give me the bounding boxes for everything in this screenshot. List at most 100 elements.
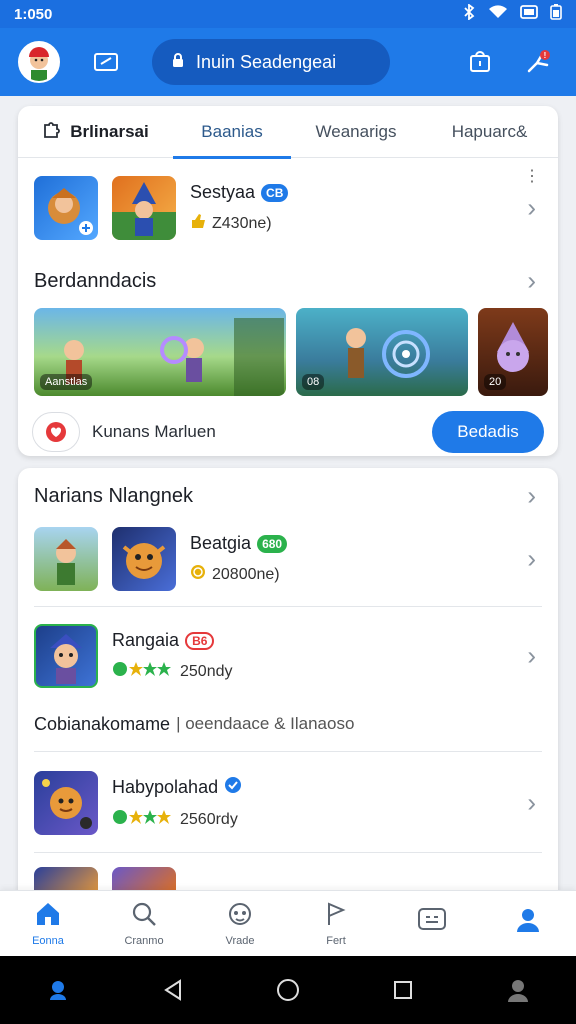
chat-icon — [417, 906, 447, 937]
system-nav-bar — [0, 956, 576, 1024]
search-pill[interactable]: Inuin Seadengeai — [152, 39, 390, 85]
nav-label: Eonna — [32, 935, 64, 947]
game-row[interactable]: Rangaia B6 250ndy › — [18, 623, 558, 689]
tab-hapuarc[interactable]: Hapuarc& — [421, 106, 558, 158]
heart-shield-icon[interactable] — [32, 412, 80, 452]
game-info: Rangaia B6 250ndy — [112, 630, 542, 682]
subheading-secondary: | oeendaace & Ilanaoso — [176, 714, 355, 733]
featured-game-row[interactable]: Sestyaa CB Z430ne) › ⋮ — [18, 169, 558, 242]
rating-stars-icon — [112, 809, 174, 830]
more-vert-icon[interactable]: ⋮ — [524, 169, 540, 185]
account-icon[interactable] — [488, 960, 548, 1020]
game-thumbnail — [34, 771, 98, 835]
game-title: Habypolahad — [112, 777, 219, 797]
chevron-right-icon[interactable]: › — [527, 481, 536, 512]
footer-label: Kunans Marluen — [92, 422, 216, 441]
game-title-row: Beatgia 680 — [190, 533, 542, 554]
section-title: Berdanndacis — [34, 269, 157, 292]
flag-icon — [322, 900, 350, 931]
status-time: 1:050 — [14, 5, 53, 23]
details-button[interactable]: Bedadis — [432, 411, 544, 453]
subheading: Cobianakomame — [34, 713, 171, 734]
chevron-right-icon[interactable]: › — [527, 193, 536, 224]
back-icon[interactable] — [143, 960, 203, 1020]
game-info: Habypolahad 2560rdy — [112, 776, 542, 830]
game-thumbnail — [112, 176, 176, 240]
nav-feed[interactable]: Fert — [288, 891, 384, 956]
tab-hapuarc-label: Hapuarc& — [451, 121, 528, 141]
tab-wearings-label: Weanarigs — [315, 121, 397, 141]
nav-label: Cranmo — [124, 935, 164, 947]
nav-profile[interactable] — [480, 891, 576, 956]
game-meta-row: 2560rdy — [112, 809, 542, 830]
game-row[interactable]: Habypolahad 2560rdy › — [18, 770, 558, 836]
tab-banners[interactable]: Baanias — [173, 106, 291, 159]
game-thumbnail — [112, 527, 176, 591]
game-badge: B6 — [185, 631, 215, 650]
notification-icon[interactable]: ! — [518, 42, 558, 82]
svg-text:!: ! — [544, 51, 547, 60]
featured-card: Brlinarsai Baanias Weanarigs Hapuarc& Se… — [18, 106, 558, 456]
nav-label: Fert — [326, 935, 346, 947]
wifi-icon — [488, 5, 508, 23]
banner-card[interactable]: 20 — [478, 308, 548, 396]
chevron-right-icon[interactable]: › — [527, 641, 536, 672]
banner-carousel: Aanstlas 08 20 — [18, 308, 558, 396]
game-title-row: Habypolahad — [112, 776, 542, 799]
section-header-ranking[interactable]: Narians Nlangnek › — [18, 480, 558, 512]
nav-search[interactable]: Cranmo — [96, 891, 192, 956]
message-icon[interactable] — [86, 42, 126, 82]
nav-label: Vrade — [225, 935, 255, 947]
shop-icon[interactable] — [460, 42, 500, 82]
ranking-card: Narians Nlangnek › Beatgia 680 20800ne) … — [18, 468, 558, 908]
chevron-right-icon[interactable]: › — [527, 266, 536, 297]
divider — [34, 852, 542, 853]
bottom-nav: Eonna Cranmo Vrade Fert — [0, 890, 576, 956]
rating-stars-icon — [112, 661, 174, 682]
game-thumbnail — [34, 624, 98, 688]
game-row[interactable]: Beatgia 680 20800ne) › — [18, 526, 558, 592]
banner-card[interactable]: 08 — [296, 308, 468, 396]
assistant-icon[interactable] — [28, 960, 88, 1020]
verified-icon — [224, 776, 242, 799]
game-thumbnail — [34, 176, 98, 240]
recents-icon[interactable] — [373, 960, 433, 1020]
featured-game-title-row: Sestyaa CB — [190, 182, 542, 203]
subsection-heading: Cobianakomame | oeendaace & Ilanaoso — [18, 709, 558, 739]
coin-icon — [190, 564, 206, 585]
game-title: Rangaia — [112, 630, 180, 650]
home-circle-icon[interactable] — [258, 960, 318, 1020]
chevron-right-icon[interactable]: › — [527, 788, 536, 819]
game-meta: 250ndy — [180, 662, 233, 680]
tab-bar: Brlinarsai Baanias Weanarigs Hapuarc& — [18, 106, 558, 159]
puzzle-icon — [42, 120, 62, 143]
nav-home[interactable]: Eonna — [0, 891, 96, 956]
thumb-up-icon — [190, 213, 206, 234]
status-bar: 1:050 — [0, 0, 576, 28]
section-header-banners[interactable]: Berdanndacis › — [18, 264, 558, 298]
tab-wearings[interactable]: Weanarigs — [291, 106, 421, 158]
game-meta-row: 20800ne) — [190, 564, 542, 585]
search-label: Inuin Seadengeai — [196, 51, 337, 72]
banner-card[interactable]: Aanstlas — [34, 308, 286, 396]
card-footer: Kunans Marluen Bedadis — [18, 410, 558, 454]
nav-messages[interactable] — [384, 891, 480, 956]
tab-brand[interactable]: Brlinarsai — [18, 106, 173, 158]
avatar[interactable] — [18, 41, 60, 83]
game-title: Beatgia — [190, 533, 252, 553]
nav-games[interactable]: Vrade — [192, 891, 288, 956]
featured-game-info: Sestyaa CB Z430ne) — [190, 182, 542, 234]
divider — [34, 751, 542, 752]
home-icon — [34, 900, 62, 931]
game-thumbnail — [34, 527, 98, 591]
featured-game-meta: Z430ne) — [212, 214, 272, 232]
battery-icon — [550, 4, 562, 24]
featured-game-title: Sestyaa — [190, 182, 256, 202]
chevron-right-icon[interactable]: › — [527, 544, 536, 575]
game-meta-row: 250ndy — [112, 661, 542, 682]
game-info: Beatgia 680 20800ne) — [190, 533, 542, 585]
bluetooth-icon — [462, 3, 476, 24]
divider — [34, 606, 542, 607]
person-icon — [514, 906, 542, 937]
banner-label: Aanstlas — [40, 374, 93, 390]
